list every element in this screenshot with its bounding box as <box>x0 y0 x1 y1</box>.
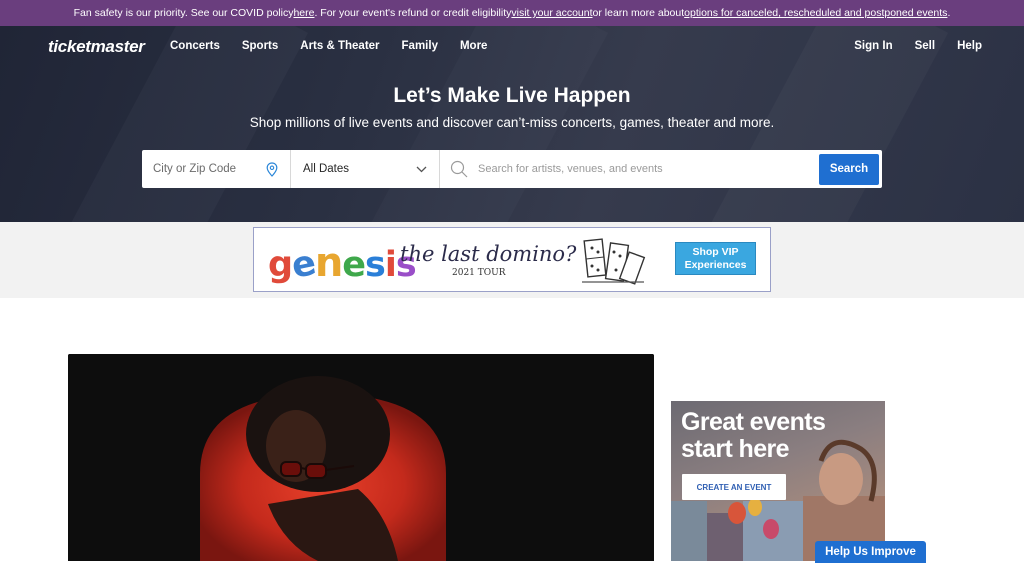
event-search-input[interactable]: Search for artists, venues, and events <box>440 150 819 188</box>
side-ad-title-line1: Great events <box>681 408 826 436</box>
create-event-button[interactable]: CREATE AN EVENT <box>682 474 786 500</box>
banner-text-2: . For your event's refund or credit elig… <box>314 7 512 19</box>
ad-tour-label: 2021 TOUR <box>452 268 506 278</box>
shop-vip-button[interactable]: Shop VIP Experiences <box>675 242 756 275</box>
ad-strip: genesis the last domino? 2021 TOUR Shop … <box>0 222 1024 298</box>
featured-event-image[interactable] <box>68 354 654 561</box>
help-us-improve-button[interactable]: Help Us Improve <box>815 541 926 563</box>
covid-banner: Fan safety is our priority. See our COVI… <box>0 0 1024 26</box>
sell-link[interactable]: Sell <box>915 40 935 52</box>
side-ad-title-line2: start here <box>681 435 790 463</box>
ad-tagline: the last domino? <box>400 242 577 266</box>
nav-item-arts-theater[interactable]: Arts & Theater <box>300 40 379 52</box>
nav-item-concerts[interactable]: Concerts <box>170 40 220 52</box>
help-link[interactable]: Help <box>957 40 982 52</box>
genesis-letter: i <box>384 245 397 285</box>
city-zip-placeholder: City or Zip Code <box>153 163 237 175</box>
sign-in-link[interactable]: Sign In <box>854 40 892 52</box>
search-bar: City or Zip Code All Dates Search for ar… <box>142 150 882 188</box>
create-event-ad[interactable]: Great events start here CREATE AN EVENT <box>671 401 885 561</box>
covid-policy-link[interactable]: here <box>293 7 314 19</box>
genesis-ad-banner[interactable]: genesis the last domino? 2021 TOUR Shop … <box>253 227 771 292</box>
hero-subline: Shop millions of live events and discove… <box>249 115 775 130</box>
event-search-placeholder: Search for artists, venues, and events <box>478 163 663 175</box>
hero-section: ticketmaster Concerts Sports Arts & Thea… <box>0 26 1024 222</box>
search-icon <box>450 160 468 178</box>
top-nav: ticketmaster Concerts Sports Arts & Thea… <box>0 26 1024 68</box>
genesis-letter: n <box>314 240 344 286</box>
visit-account-link[interactable]: visit your account <box>511 7 592 19</box>
search-button[interactable]: Search <box>819 153 879 185</box>
nav-secondary: Sign In Sell Help <box>832 40 982 52</box>
shop-vip-line2: Experiences <box>684 258 747 271</box>
nav-primary: Concerts Sports Arts & Theater Family Mo… <box>170 40 509 52</box>
chevron-down-icon <box>416 166 427 172</box>
dominoes-illustration <box>582 238 646 285</box>
shop-vip-line1: Shop VIP <box>692 245 739 258</box>
city-zip-input[interactable]: City or Zip Code <box>142 150 291 188</box>
ticketmaster-logo[interactable]: ticketmaster <box>48 37 145 57</box>
event-options-link[interactable]: options for canceled, rescheduled and po… <box>684 7 947 19</box>
hero-headline: Let’s Make Live Happen <box>393 84 631 107</box>
side-ad-title: Great events start here <box>681 408 826 463</box>
genesis-logo: genesis <box>268 240 417 287</box>
featured-artist-photo <box>68 354 654 561</box>
date-select[interactable]: All Dates <box>291 150 440 188</box>
nav-item-family[interactable]: Family <box>402 40 438 52</box>
date-select-value: All Dates <box>303 163 350 175</box>
banner-text-1: Fan safety is our priority. See our COVI… <box>73 7 294 19</box>
nav-item-sports[interactable]: Sports <box>242 40 278 52</box>
banner-text-4: . <box>947 7 951 19</box>
genesis-letter: e <box>342 245 366 285</box>
genesis-letter: s <box>365 245 386 285</box>
location-pin-icon <box>266 161 278 177</box>
nav-item-more[interactable]: More <box>460 40 487 52</box>
banner-text-3: or learn more about <box>592 7 685 19</box>
